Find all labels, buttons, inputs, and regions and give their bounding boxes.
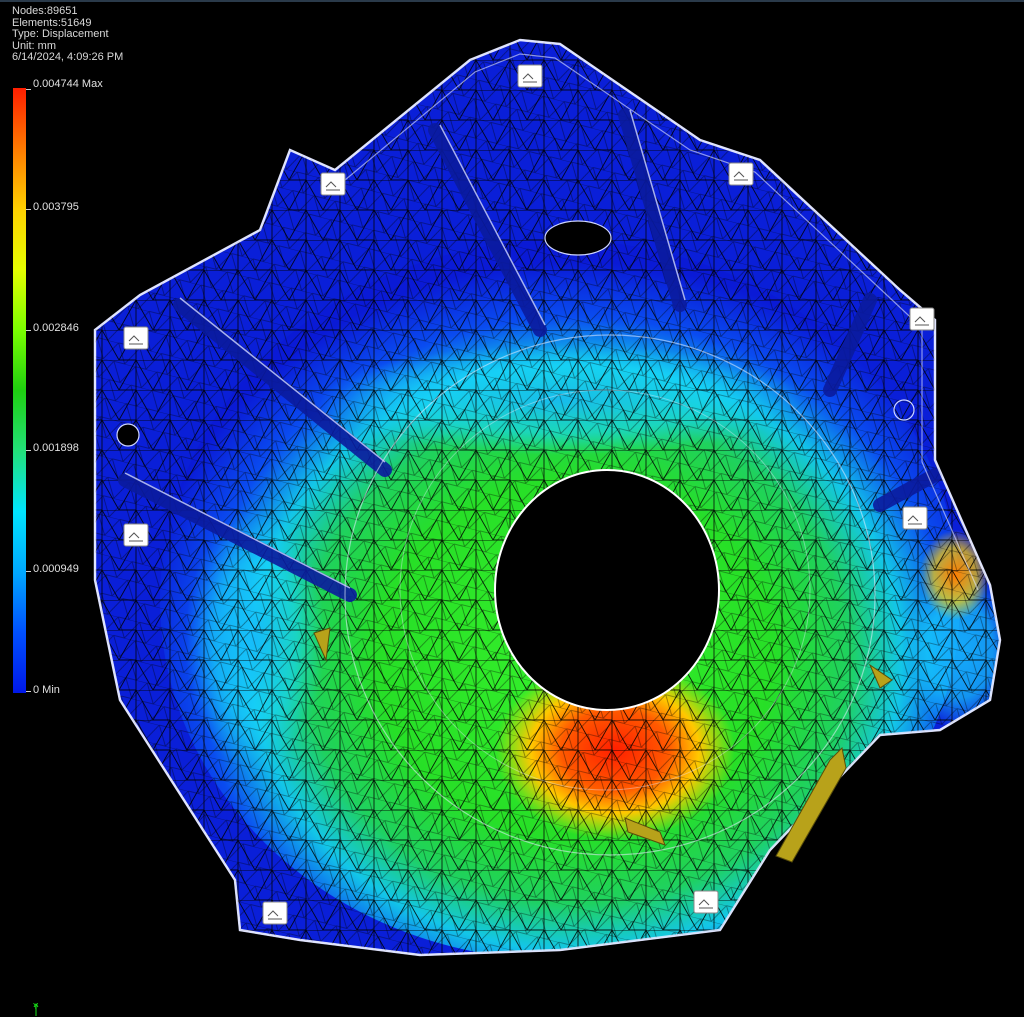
node-count: Nodes:89651 (12, 5, 78, 17)
side-hole-left (116, 423, 140, 447)
central-bore-hole (494, 469, 720, 711)
legend-tick (26, 89, 31, 90)
legend-tick (26, 571, 31, 572)
legend-tick (26, 450, 31, 451)
legend-tick (26, 209, 31, 210)
mesh-overlay-fine (95, 40, 1000, 955)
constraint-marker-icon (902, 506, 928, 530)
legend-tick (26, 330, 31, 331)
constraint-marker-icon (693, 890, 719, 914)
constraint-marker-icon (123, 326, 149, 350)
constraint-marker-icon (909, 307, 935, 331)
color-legend-bar (13, 88, 26, 693)
constraint-marker-icon (728, 162, 754, 186)
constraint-marker-icon (320, 172, 346, 196)
result-info-panel: Nodes:89651 Elements:51649 Type: Displac… (12, 5, 124, 64)
legend-label-min: 0 Min (33, 684, 60, 696)
constraint-marker-icon (262, 901, 288, 925)
top-hole (544, 220, 612, 256)
legend-label: 0.002846 (33, 322, 79, 334)
legend-label: 0.003795 (33, 201, 79, 213)
result-timestamp: 6/14/2024, 4:09:26 PM (12, 51, 124, 64)
displacement-contour-model[interactable] (0, 0, 1024, 1017)
legend-label-max: 0.004744 Max (33, 78, 103, 90)
constraint-marker-icon (517, 64, 543, 88)
constraint-marker-icon (123, 523, 149, 547)
axis-triad-label: Y (33, 1002, 39, 1011)
legend-label: 0.001898 (33, 442, 79, 454)
fea-result-viewport[interactable]: Nodes:89651 Elements:51649 Type: Displac… (0, 0, 1024, 1017)
legend-label: 0.000949 (33, 563, 79, 575)
legend-tick (26, 691, 31, 692)
